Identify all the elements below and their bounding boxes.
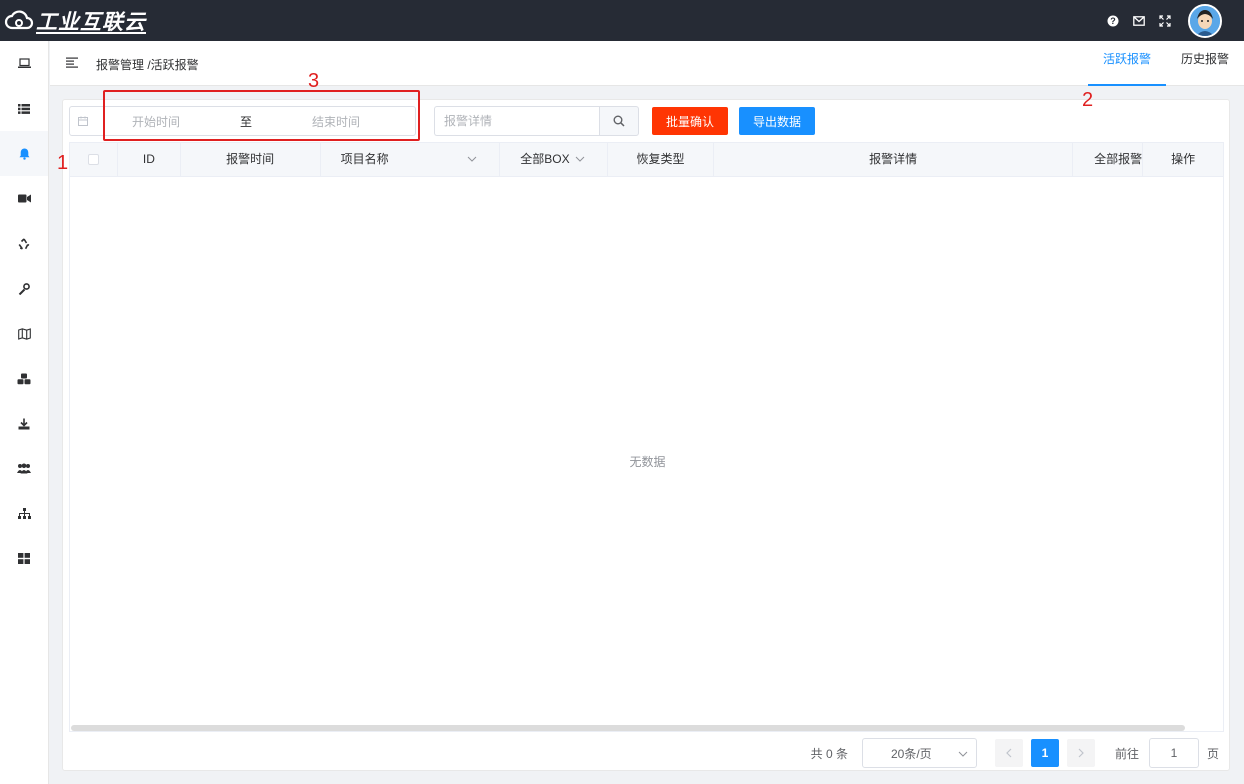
tab-history-alarm[interactable]: 历史报警: [1166, 41, 1244, 86]
annotation-label-3: 3: [308, 70, 320, 92]
sidebar: [0, 41, 49, 784]
grid-icon: [18, 553, 30, 564]
tab-active-alarm[interactable]: 活跃报警: [1087, 41, 1166, 86]
alarm-table: ID 报警时间 项目名称 全部BOX 恢复类型 报警详情 全部报警 操作 无数据: [69, 142, 1224, 732]
goto-page: 前往 1 页: [1115, 738, 1229, 768]
cloud-logo-icon: [4, 10, 34, 30]
empty-text: 无数据: [629, 455, 666, 469]
page-header: 报警管理 /活跃报警 活跃报警 历史报警: [50, 41, 1244, 86]
next-page-button[interactable]: [1066, 739, 1095, 767]
export-data-button[interactable]: 导出数据: [739, 107, 815, 135]
avatar[interactable]: [1188, 3, 1222, 38]
video-camera-icon: [17, 194, 31, 203]
column-project-name-filter[interactable]: 项目名称: [321, 143, 501, 177]
column-actions: 操作: [1171, 152, 1196, 166]
user-avatar-icon: [1190, 5, 1220, 36]
fullscreen-icon[interactable]: [1152, 0, 1178, 41]
mail-icon[interactable]: [1126, 0, 1152, 41]
download-icon: [18, 418, 30, 429]
sidebar-item-org[interactable]: [0, 491, 48, 536]
select-all-checkbox[interactable]: [70, 143, 118, 177]
total-count: 共 0 条: [810, 746, 848, 761]
sidebar-item-grid[interactable]: [0, 536, 48, 581]
sidebar-item-cubes[interactable]: [0, 356, 48, 401]
chevron-left-icon: [1006, 748, 1012, 758]
alarm-detail-search-input[interactable]: 报警详情: [434, 106, 599, 136]
column-box: 全部BOX: [520, 152, 570, 166]
help-icon[interactable]: ?: [1100, 0, 1126, 41]
column-alarm-time: 报警时间: [181, 143, 321, 177]
sidebar-item-monitor[interactable]: [0, 41, 48, 86]
pagination: 共 0 条 20条/页 1 前往 1 页: [811, 738, 1229, 768]
chevron-down-icon: [575, 143, 585, 189]
logo[interactable]: 工业互联云: [4, 6, 146, 36]
search-group: 报警详情: [434, 106, 639, 136]
sidebar-item-list[interactable]: [0, 86, 48, 131]
top-bar: 工业互联云 ?: [0, 0, 1244, 41]
chevron-down-icon: [467, 143, 477, 189]
goto-label: 前往: [1114, 746, 1139, 761]
chevron-right-icon: [1078, 748, 1084, 758]
map-icon: [17, 327, 31, 340]
prev-page-button[interactable]: [994, 739, 1023, 767]
column-project-name: 项目名称: [340, 152, 389, 166]
laptop-icon: [17, 58, 31, 68]
column-all-alarm-filter[interactable]: 全部报警: [1073, 143, 1144, 177]
chevron-down-icon: [958, 746, 968, 760]
page-size-value: 20条/页: [890, 746, 932, 761]
search-button[interactable]: [599, 106, 639, 136]
sidebar-item-tools[interactable]: [0, 266, 48, 311]
column-alarm-detail: 报警详情: [714, 143, 1074, 177]
sidebar-item-users[interactable]: [0, 446, 48, 491]
goto-page-input[interactable]: 1: [1148, 738, 1199, 768]
sidebar-item-map[interactable]: [0, 311, 48, 356]
content-card: 开始时间 至 结束时间 报警详情 批量确认 导出数据 ID 报警时间 项目名称 …: [62, 99, 1230, 771]
annotation-label-2: 2: [1082, 89, 1094, 111]
sidebar-item-recycle[interactable]: [0, 221, 48, 266]
annotation-box-3: [103, 90, 420, 141]
sidebar-item-video[interactable]: [0, 176, 48, 221]
batch-confirm-button[interactable]: 批量确认: [652, 107, 728, 135]
logo-text: 工业互联云: [36, 11, 146, 34]
bell-icon: [19, 148, 29, 160]
column-id: ID: [118, 143, 181, 177]
page-unit-label: 页: [1206, 746, 1219, 761]
list-icon: [18, 103, 30, 114]
horizontal-scrollbar[interactable]: [71, 725, 1185, 731]
column-recovery-type: 恢复类型: [608, 143, 714, 177]
annotation-label-1: 1: [57, 152, 69, 174]
search-icon: [613, 115, 625, 127]
table-header: ID 报警时间 项目名称 全部BOX 恢复类型 报警详情 全部报警 操作: [70, 143, 1223, 177]
menu-fold-icon[interactable]: [66, 57, 78, 71]
page-number[interactable]: 1: [1030, 739, 1059, 767]
svg-text:?: ?: [1110, 16, 1116, 26]
users-icon: [17, 463, 31, 474]
wrench-icon: [18, 282, 30, 295]
page-size-select[interactable]: 20条/页: [861, 738, 977, 768]
recycle-icon: [18, 237, 30, 250]
cubes-icon: [17, 373, 31, 384]
sidebar-item-download[interactable]: [0, 401, 48, 446]
breadcrumb: 报警管理 /活跃报警: [96, 58, 199, 72]
sitemap-icon: [17, 508, 31, 519]
calendar-icon: [70, 116, 96, 126]
column-box-filter[interactable]: 全部BOX: [500, 143, 609, 177]
sidebar-item-alarm[interactable]: [0, 131, 48, 176]
